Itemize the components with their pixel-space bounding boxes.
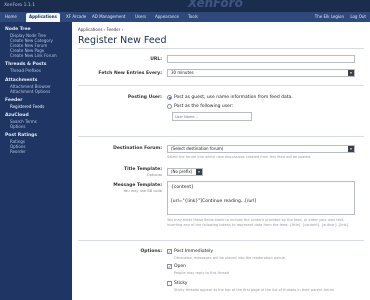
sidebar-group-threads-posts[interactable]: Threads & Posts	[5, 62, 46, 67]
message-template-label: Message Template:	[113, 183, 162, 188]
fetch-frequency-label: Fetch New Entries Every:	[98, 71, 162, 76]
sticky-label[interactable]: Sticky	[174, 281, 187, 286]
title-prefix-select[interactable]: (No prefix) ▾	[167, 168, 203, 176]
url-label: URL:	[150, 57, 162, 62]
post-as-user-radio[interactable]	[167, 104, 172, 109]
current-user-link[interactable]: The Elk Legion	[315, 14, 344, 19]
message-template-textarea[interactable]: {content} [url="{link}"]Continue reading…	[167, 181, 355, 215]
sidebar-item-azucloud-options[interactable]: Options	[10, 124, 25, 129]
destination-forum-hint: Select the forum into which new discussi…	[167, 155, 312, 159]
title-prefix-value: (No prefix)	[171, 169, 193, 174]
fetch-frequency-select[interactable]: 30 minutes ▾	[167, 69, 355, 77]
breadcrumb[interactable]: Applications › Feeder ›	[78, 27, 123, 32]
sticky-hint: Sticky threads appear at the top of the …	[174, 288, 334, 292]
sidebar-item-registered-feeds[interactable]: Registered Feeds	[10, 104, 44, 109]
page-title: Register New Feed	[78, 35, 167, 46]
sidebar-group-azucloud[interactable]: AzuCloud	[5, 113, 29, 118]
title-template-label: Title Template:	[124, 167, 162, 172]
sidebar-group-node-tree[interactable]: Node Tree	[5, 27, 31, 32]
post-immediately-hint: Otherwise, messages will be placed into …	[174, 256, 286, 260]
tab-appearance[interactable]: Appearance	[155, 14, 179, 19]
sidebar-group-post-ratings[interactable]: Post Ratings	[5, 133, 37, 138]
sidebar-item-reorder[interactable]: Reorder	[10, 149, 26, 154]
chevron-down-icon: ▾	[348, 146, 354, 152]
xenforo-logo: XenForo	[188, 0, 243, 10]
fetch-frequency-value: 30 minutes	[171, 70, 194, 75]
sidebar-group-feeder[interactable]: Feeder	[5, 98, 23, 103]
open-checkbox[interactable]: ✓	[167, 264, 172, 269]
post-as-guest-radio[interactable]	[167, 95, 172, 100]
tab-home[interactable]: Home	[5, 14, 17, 19]
tab-users[interactable]: Users	[135, 14, 146, 19]
sticky-checkbox[interactable]	[167, 281, 172, 286]
admin-header: XenForo 1.1.1 XenForo	[0, 0, 370, 12]
sidebar-item-attachment-options[interactable]: Attachment Options	[10, 89, 50, 94]
open-label[interactable]: Open	[174, 264, 186, 269]
options-label: Options:	[140, 249, 162, 254]
divider	[78, 136, 364, 137]
post-immediately-label[interactable]: Post Immediately	[174, 249, 213, 254]
sidebar-group-attachments[interactable]: Attachments	[5, 78, 37, 83]
destination-forum-value: (Select destination forum)	[171, 146, 224, 151]
destination-forum-select[interactable]: (Select destination forum) ▾	[167, 145, 355, 153]
tab-xf-arcade[interactable]: XF Arcade	[66, 14, 86, 19]
divider	[78, 48, 364, 49]
divider	[78, 85, 364, 86]
logout-link[interactable]: Log Out	[350, 14, 366, 19]
post-immediately-checkbox[interactable]: ✓	[167, 249, 172, 254]
url-input[interactable]	[167, 55, 355, 63]
post-as-user-label[interactable]: Post as the following user:	[174, 104, 233, 109]
message-template-bbcode-note: You may use BB code	[123, 189, 162, 193]
destination-forum-label: Destination Forum:	[113, 146, 162, 151]
divider	[78, 240, 364, 241]
chevron-down-icon: ▾	[348, 70, 354, 76]
sidebar-item-create-new-link-forum[interactable]: Create New Link Forum	[10, 53, 57, 58]
chevron-down-icon: ▾	[196, 169, 202, 175]
post-as-guest-label[interactable]: Post as guest, use name information from…	[174, 95, 293, 100]
brand-version: XenForo 1.1.1	[4, 3, 36, 8]
tab-applications[interactable]: Applications	[26, 13, 60, 22]
sidebar-item-thread-prefixes[interactable]: Thread Prefixes	[10, 68, 41, 73]
message-template-hint: You may enter these fields blank to incl…	[167, 218, 349, 227]
user-name-input[interactable]	[172, 112, 252, 121]
open-hint: People may reply to this thread	[174, 271, 229, 275]
tab-ad-management[interactable]: AD Management	[92, 14, 125, 19]
tab-tools[interactable]: Tools	[188, 14, 198, 19]
posting-user-label: Posting User:	[127, 95, 162, 100]
title-template-optional: Optional	[146, 173, 162, 177]
main-navigation: Home Applications XF Arcade AD Managemen…	[0, 12, 370, 22]
